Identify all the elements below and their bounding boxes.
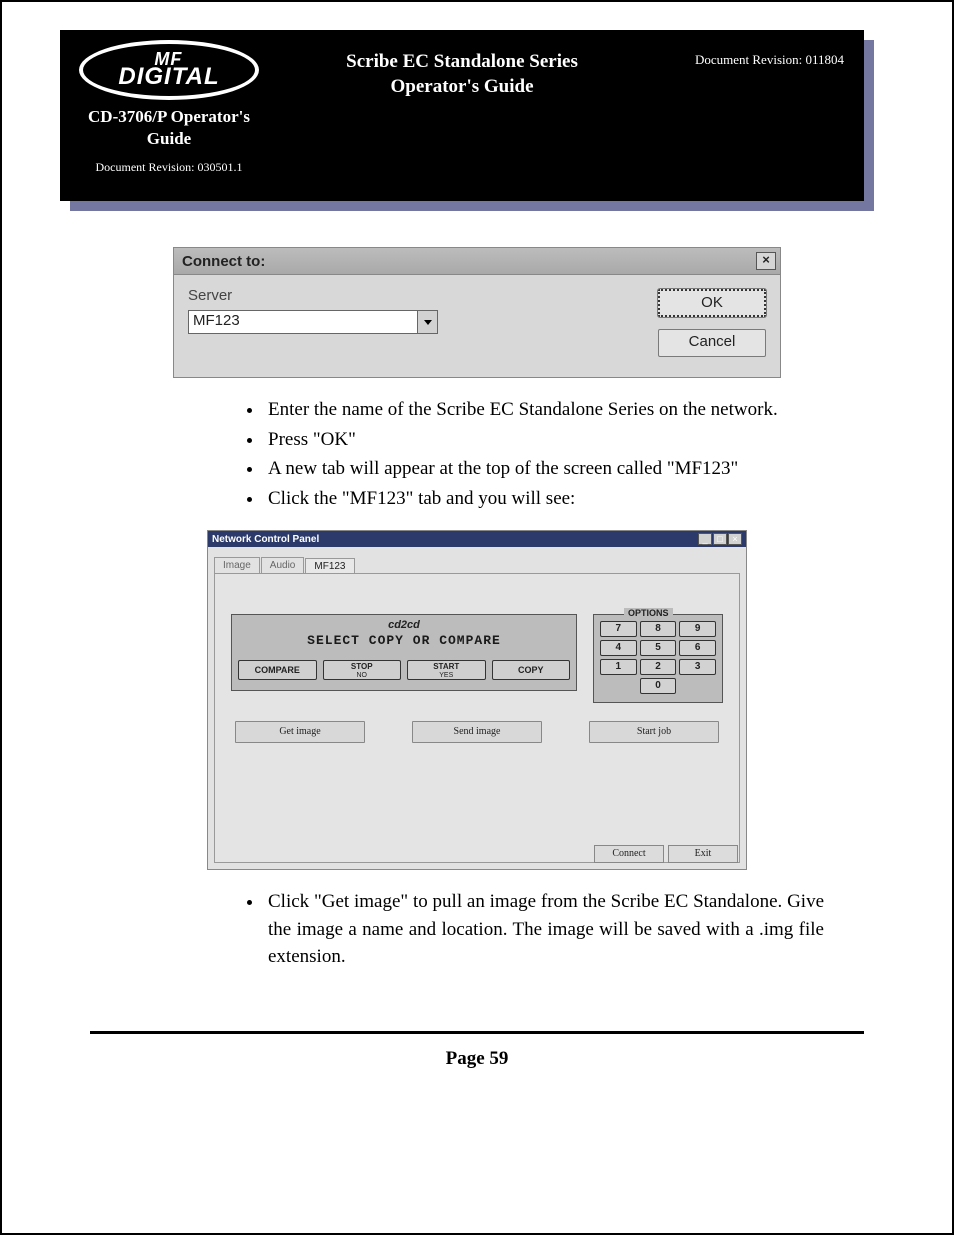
ok-button[interactable]: OK (658, 289, 766, 317)
list-item: A new tab will appear at the top of the … (264, 455, 824, 483)
connect-dialog: Connect to: × Server MF123 OK Cancel (173, 247, 781, 378)
start-job-button[interactable]: Start job (589, 721, 719, 743)
list-item: Click the "MF123" tab and you will see: (264, 485, 824, 513)
logo-digital: DIGITAL (118, 63, 219, 90)
document-page: MF DIGITAL CD-3706/P Operator's Guide Do… (0, 0, 954, 1235)
list-item: Press "OK" (264, 426, 824, 454)
dialog-body: Server MF123 OK Cancel (174, 275, 780, 377)
cd2cd-display: SELECT COPY OR COMPARE (238, 633, 570, 648)
logo-revision: Document Revision: 030501.1 (74, 160, 264, 175)
stop-no-button[interactable]: STOPNO (323, 660, 402, 680)
maximize-icon[interactable]: □ (713, 533, 727, 545)
connect-button[interactable]: Connect (594, 845, 664, 863)
get-image-button[interactable]: Get image (235, 721, 365, 743)
ncp-title: Network Control Panel (212, 534, 698, 545)
dialog-titlebar[interactable]: Connect to: × (174, 248, 780, 275)
key-9[interactable]: 9 (679, 621, 716, 637)
options-title: OPTIONS (624, 608, 673, 618)
header-revision: Document Revision: 011804 (660, 40, 850, 68)
dialog-right: OK Cancel (658, 287, 766, 357)
footer-rule (90, 1031, 864, 1034)
instruction-list-1: Enter the name of the Scribe EC Standalo… (240, 396, 824, 512)
instruction-list-2: Click "Get image" to pull an image from … (240, 888, 824, 971)
key-1[interactable]: 1 (600, 659, 637, 675)
list-item: Click "Get image" to pull an image from … (264, 888, 824, 971)
chevron-down-icon[interactable] (417, 311, 437, 333)
close-icon[interactable]: × (728, 533, 742, 545)
key-4[interactable]: 4 (600, 640, 637, 656)
page-header-wrap: MF DIGITAL CD-3706/P Operator's Guide Do… (60, 30, 864, 201)
start-yes-button[interactable]: STARTYES (407, 660, 486, 680)
network-control-panel-window: Network Control Panel _ □ × Image Audio … (207, 530, 747, 870)
exit-button[interactable]: Exit (668, 845, 738, 863)
cd2cd-panel: cd2cd SELECT COPY OR COMPARE COMPARE STO… (231, 614, 577, 691)
logo-text: MF DIGITAL (118, 52, 219, 88)
window-buttons: _ □ × (698, 533, 742, 545)
ncp-footer: Connect Exit (594, 845, 738, 863)
copy-button[interactable]: COPY (492, 660, 571, 680)
page-header: MF DIGITAL CD-3706/P Operator's Guide Do… (60, 30, 864, 201)
ncp-top-row: cd2cd SELECT COPY OR COMPARE COMPARE STO… (231, 614, 723, 703)
key-5[interactable]: 5 (640, 640, 677, 656)
compare-button[interactable]: COMPARE (238, 660, 317, 680)
key-0[interactable]: 0 (640, 678, 677, 694)
numeric-keypad: 7 8 9 4 5 6 1 2 3 0 (600, 621, 716, 694)
tab-image[interactable]: Image (214, 557, 260, 573)
server-label: Server (188, 287, 640, 304)
ncp-pane: cd2cd SELECT COPY OR COMPARE COMPARE STO… (214, 573, 740, 863)
key-3[interactable]: 3 (679, 659, 716, 675)
close-icon[interactable]: × (756, 252, 776, 270)
cancel-button[interactable]: Cancel (658, 329, 766, 357)
server-value[interactable]: MF123 (189, 311, 417, 333)
logo-subtitle: CD-3706/P Operator's Guide (74, 106, 264, 150)
send-image-button[interactable]: Send image (412, 721, 542, 743)
key-6[interactable]: 6 (679, 640, 716, 656)
cd2cd-buttons: COMPARE STOPNO STARTYES COPY (238, 660, 570, 680)
action-buttons-row: Get image Send image Start job (231, 721, 723, 743)
dialog-left: Server MF123 (188, 287, 640, 357)
server-combobox[interactable]: MF123 (188, 310, 438, 334)
tab-mf123[interactable]: MF123 (305, 558, 354, 574)
page-number: Page 59 (50, 1048, 904, 1070)
mf-digital-logo: MF DIGITAL (79, 40, 259, 100)
key-7[interactable]: 7 (600, 621, 637, 637)
ncp-titlebar[interactable]: Network Control Panel _ □ × (208, 531, 746, 547)
cd2cd-heading: cd2cd (238, 619, 570, 631)
key-8[interactable]: 8 (640, 621, 677, 637)
options-panel: OPTIONS 7 8 9 4 5 6 1 2 3 0 (593, 614, 723, 703)
header-title: Scribe EC Standalone Series Operator's G… (264, 40, 660, 99)
key-2[interactable]: 2 (640, 659, 677, 675)
minimize-icon[interactable]: _ (698, 533, 712, 545)
dialog-title: Connect to: (182, 253, 756, 270)
tab-audio[interactable]: Audio (261, 557, 305, 573)
list-item: Enter the name of the Scribe EC Standalo… (264, 396, 824, 424)
ncp-tabstrip: Image Audio MF123 (208, 547, 746, 573)
logo-column: MF DIGITAL CD-3706/P Operator's Guide Do… (74, 40, 264, 175)
